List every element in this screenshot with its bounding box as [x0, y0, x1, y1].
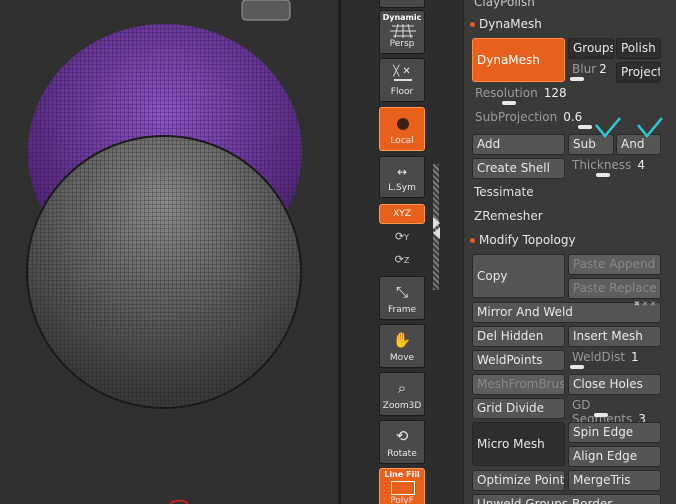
move-button[interactable]: ✋ Move [379, 324, 425, 368]
resolution-value: 128 [543, 86, 567, 100]
persp-label: Persp [389, 39, 415, 49]
move-label: Move [389, 353, 415, 363]
z-sym-button[interactable]: ⟳Z [379, 253, 425, 266]
rotate-icon: ⟲ [395, 427, 409, 445]
optimize-points-button[interactable]: Optimize Points [472, 470, 565, 491]
welddist-slider-knob[interactable] [570, 365, 584, 369]
thickness-slider-knob[interactable] [596, 173, 610, 177]
linefill-label: Line Fill [384, 470, 420, 479]
local-button[interactable]: Local [379, 107, 425, 151]
shelf-top-button[interactable] [379, 0, 425, 8]
welddist-label: WeldDist [572, 350, 626, 364]
blur-value: 2 [599, 62, 607, 76]
gray-sphere [26, 135, 302, 409]
polyf-grid-icon [391, 481, 415, 495]
grid-divide-button[interactable]: Grid Divide [472, 398, 565, 419]
orange-dot-icon [470, 22, 475, 27]
blur-slider[interactable]: Blur 2 [570, 62, 616, 82]
blur-slider-knob[interactable] [570, 77, 584, 81]
hand-icon: ✋ [392, 331, 412, 349]
lsym-arrows-icon: ↔ [396, 165, 408, 179]
create-shell-button[interactable]: Create Shell [472, 158, 565, 179]
subprojection-slider-knob[interactable] [578, 125, 592, 129]
thickness-label: Thickness [572, 158, 632, 172]
checkmark-icon [637, 117, 663, 138]
orange-dot-icon [470, 238, 475, 243]
close-holes-button[interactable]: Close Holes [568, 374, 661, 395]
persp-button[interactable]: Dynamic Persp [379, 10, 425, 54]
resolution-slider[interactable]: Resolution 128 [475, 86, 660, 106]
micro-mesh-button[interactable]: Micro Mesh [472, 422, 565, 466]
paste-replace-button: Paste Replace [568, 278, 661, 299]
dynamesh-header[interactable]: DynaMesh [470, 17, 542, 31]
checkmark-icon [595, 117, 621, 138]
zoom3d-label: Zoom3D [382, 401, 422, 411]
cursor-mark [169, 499, 189, 504]
claypolish-cut-label[interactable]: ClayPolish [474, 0, 535, 9]
axis-indicator-icon: ✖ ✕ ✕ [634, 300, 657, 308]
subprojection-label: SubProjection [475, 110, 558, 124]
floor-icon [394, 79, 412, 85]
align-edge-button[interactable]: Align Edge [568, 446, 661, 467]
3d-viewport[interactable] [0, 0, 338, 504]
unweld-groups-border-button[interactable]: Unweld Groups Border [472, 494, 661, 504]
mirror-and-weld-button[interactable]: Mirror And Weld [472, 302, 661, 323]
resolution-label: Resolution [475, 86, 538, 100]
groups-button[interactable]: Groups [568, 38, 614, 59]
polyf-button[interactable]: Line Fill PolyF [379, 468, 425, 504]
insert-mesh-button[interactable]: Insert Mesh [568, 326, 661, 347]
dynamic-label: Dynamic [382, 13, 422, 22]
del-hidden-button[interactable]: Del Hidden [472, 326, 565, 347]
top-gizmo [241, 0, 291, 21]
paste-append-button: Paste Append [568, 254, 661, 275]
meshfrombrush-button: MeshFromBrush [472, 374, 565, 395]
local-icon [397, 118, 409, 130]
polish-button[interactable]: Polish [616, 38, 661, 59]
spin-edge-button[interactable]: Spin Edge [568, 422, 661, 443]
polyf-label: PolyF [390, 496, 414, 504]
rotate-label: Rotate [387, 449, 417, 459]
zremesher-subpalette[interactable]: ZRemesher [474, 209, 543, 223]
tessimate-subpalette[interactable]: Tessimate [474, 185, 534, 199]
viewport-canvas [26, 0, 302, 504]
modify-topology-header[interactable]: Modify Topology [470, 233, 576, 247]
zoom-icon: ⌕ [397, 379, 407, 397]
copy-button[interactable]: Copy [472, 254, 565, 298]
gd-segments-slider[interactable]: GD Segments 3 [572, 398, 661, 426]
subprojection-value: 0.6 [563, 110, 583, 124]
floor-button[interactable]: ╳ ✕ Floor [379, 58, 425, 102]
lsym-label: L.Sym [388, 183, 416, 193]
project-button[interactable]: Project [616, 62, 661, 83]
frame-icon: ⤡ [395, 283, 408, 301]
frame-button[interactable]: ⤡ Frame [379, 276, 425, 320]
local-label: Local [390, 136, 414, 146]
add-button[interactable]: Add [472, 134, 565, 155]
welddist-slider[interactable]: WeldDist 1 [570, 350, 661, 370]
right-shelf: Dynamic Persp ╳ ✕ Floor Local ↔ L.Sym XY… [371, 0, 433, 504]
subprojection-slider[interactable]: SubProjection 0.6 [475, 110, 660, 130]
rotate-button[interactable]: ⟲ Rotate [379, 420, 425, 464]
persp-grid-icon [390, 23, 416, 39]
side-strip [341, 0, 371, 504]
lsym-button[interactable]: ↔ L.Sym [379, 156, 425, 198]
xyz-sym-button[interactable]: XYZ [379, 204, 425, 224]
thickness-slider[interactable]: Thickness 4 [572, 158, 661, 178]
tray-rail [433, 0, 463, 504]
geometry-palette: ClayPolish DynaMesh DynaMesh Groups Poli… [463, 0, 676, 504]
floor-label: Floor [390, 87, 414, 97]
zoom3d-button[interactable]: ⌕ Zoom3D [379, 372, 425, 416]
frame-label: Frame [387, 305, 417, 315]
xyz-label: XYZ [393, 209, 411, 219]
welddist-value: 1 [631, 350, 639, 364]
weldpoints-button[interactable]: WeldPoints [472, 350, 565, 371]
resolution-slider-knob[interactable] [502, 101, 516, 105]
collapse-arrow-icon[interactable] [433, 227, 440, 239]
dynamesh-button[interactable]: DynaMesh [472, 38, 565, 82]
y-sym-button[interactable]: ⟳Y [379, 230, 425, 243]
gd-segments-slider-knob[interactable] [594, 413, 608, 417]
mergetris-button[interactable]: MergeTris [568, 470, 661, 491]
thickness-value: 4 [637, 158, 645, 172]
blur-label: Blur [572, 62, 597, 76]
